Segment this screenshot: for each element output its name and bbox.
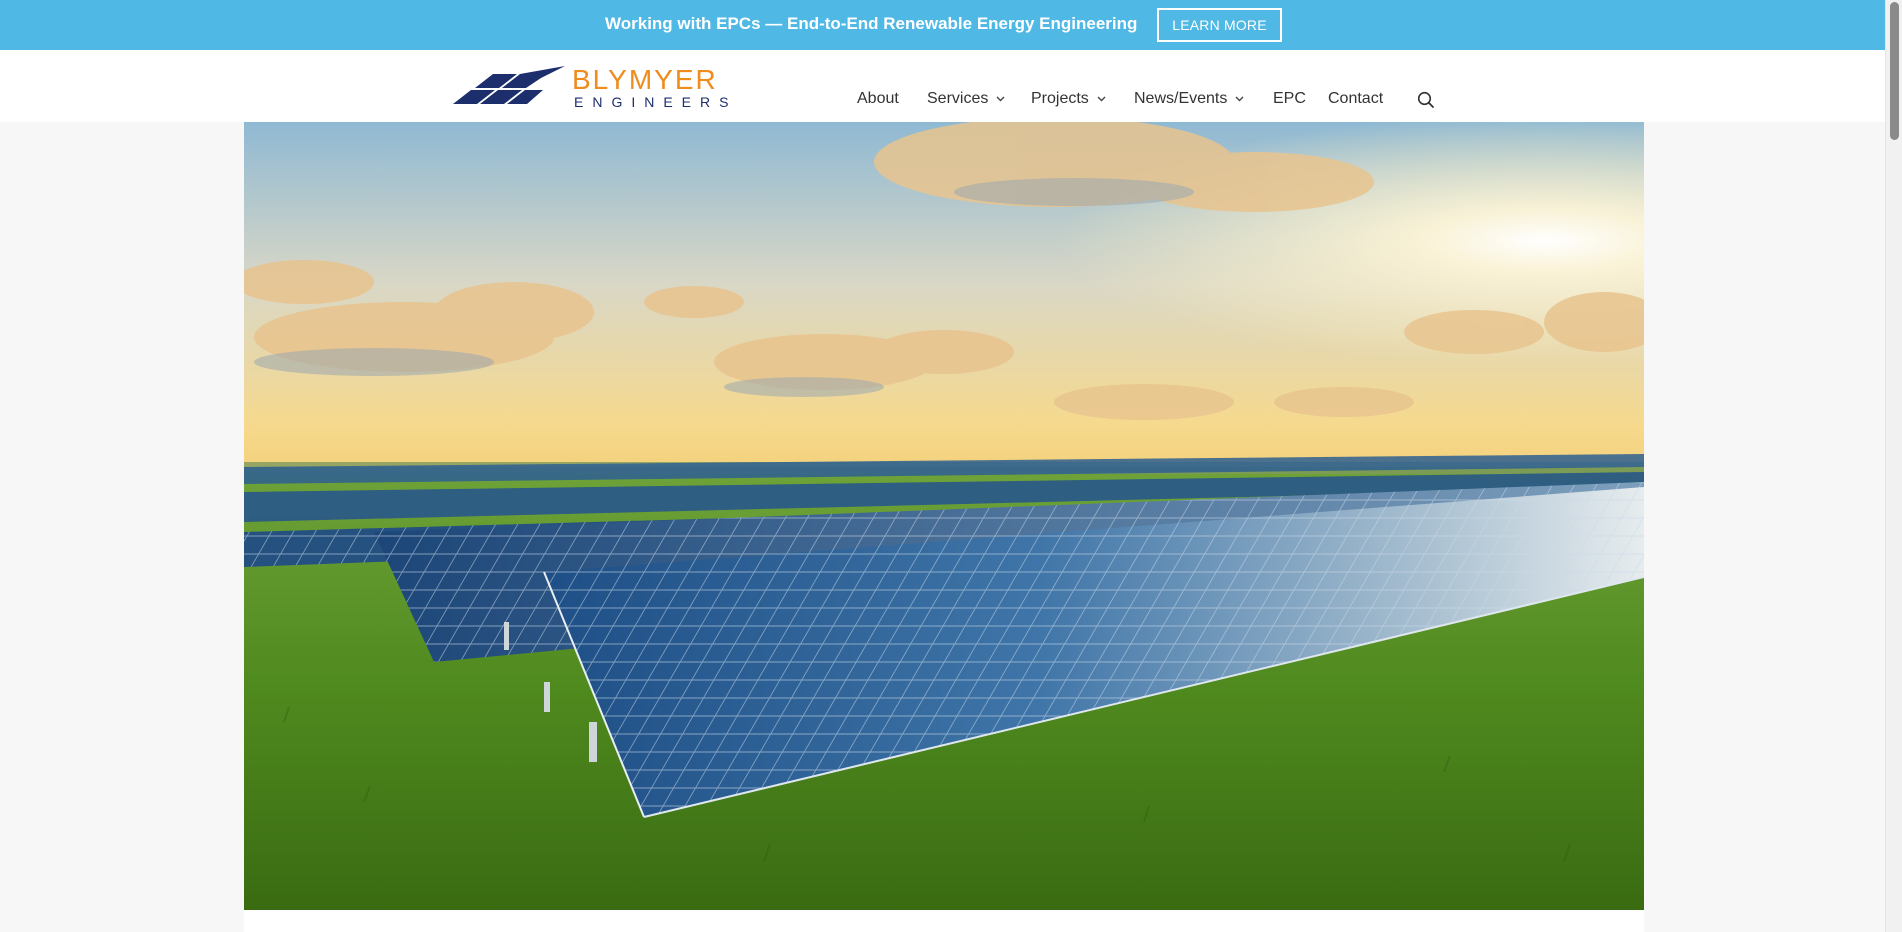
nav-item-epc[interactable]: EPC <box>1273 90 1306 108</box>
logo-wordmark: BLYMYER <box>572 64 718 95</box>
chevron-down-icon <box>1235 96 1244 102</box>
hero-image <box>244 122 1644 910</box>
nav-item-about[interactable]: About <box>857 90 899 108</box>
nav-item-projects[interactable]: Projects <box>1031 90 1106 108</box>
banner-text: Working with EPCs — End-to-End Renewable… <box>605 14 1138 33</box>
nav-label: About <box>857 90 899 107</box>
logo-subtitle: ENGINEERS <box>574 94 738 110</box>
site-header: BLYMYER ENGINEERS About Services Project… <box>0 50 1885 122</box>
nav-label: Services <box>927 90 989 107</box>
logo[interactable]: BLYMYER ENGINEERS <box>453 64 733 110</box>
nav-item-services[interactable]: Services <box>927 90 1005 108</box>
nav-item-contact[interactable]: Contact <box>1328 90 1383 108</box>
chevron-down-icon <box>1097 96 1106 102</box>
scrollbar-thumb[interactable] <box>1890 2 1899 140</box>
learn-more-button[interactable]: LEARN MORE <box>1157 8 1282 42</box>
nav-label: Projects <box>1031 90 1089 107</box>
nav-label: EPC <box>1273 90 1306 107</box>
page: Working with EPCs — End-to-End Renewable… <box>0 0 1902 932</box>
nav-item-news-events[interactable]: News/Events <box>1134 90 1244 108</box>
nav-label: News/Events <box>1134 90 1228 107</box>
logo-mark-icon <box>453 66 565 104</box>
search-button[interactable] <box>1417 91 1435 114</box>
announcement-banner: Working with EPCs — End-to-End Renewable… <box>0 0 1885 50</box>
search-icon <box>1417 91 1434 108</box>
chevron-down-icon <box>996 96 1005 102</box>
content-area <box>244 910 1644 932</box>
scrollbar[interactable] <box>1885 0 1902 932</box>
nav-label: Contact <box>1328 90 1384 107</box>
